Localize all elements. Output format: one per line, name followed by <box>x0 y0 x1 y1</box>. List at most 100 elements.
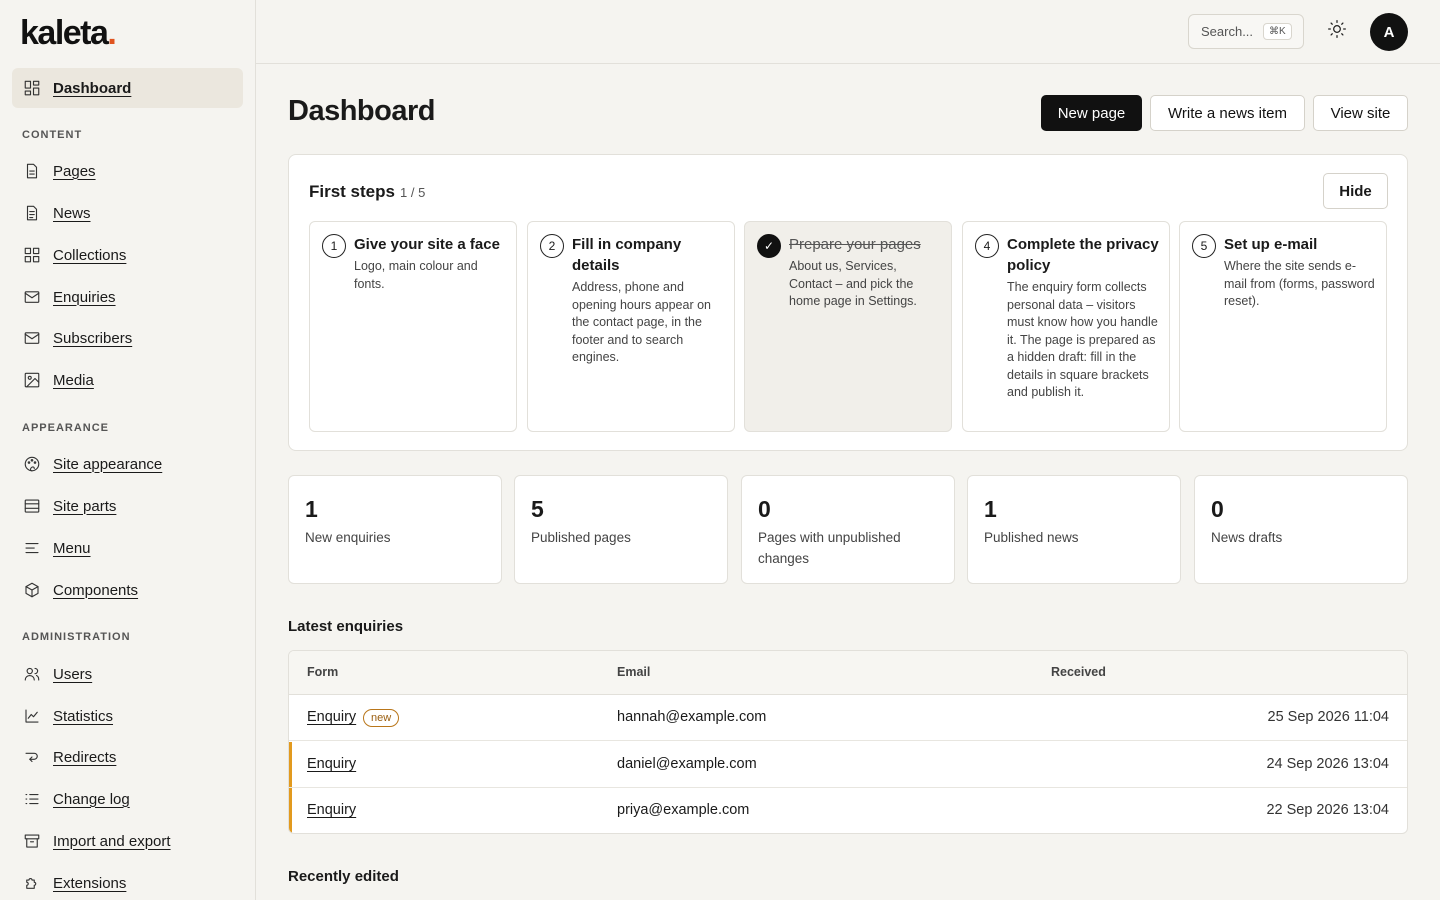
sidebar-item-label: Components <box>53 581 139 599</box>
table-header: Form Email Received <box>289 651 1407 695</box>
section-label-content: CONTENT <box>22 129 83 141</box>
mail-icon <box>22 287 42 307</box>
layout-icon <box>22 496 42 516</box>
section-title-latest-enquiries: Latest enquiries <box>288 618 404 635</box>
sidebar-item-menu[interactable]: Menu <box>12 528 243 568</box>
sidebar-item-label: Redirects <box>53 748 117 766</box>
enquiry-link[interactable]: Enquiry <box>307 709 356 725</box>
write-news-button[interactable]: Write a news item <box>1150 95 1305 131</box>
sidebar: kaleta. Dashboard CONTENT Pages News Col… <box>0 0 256 900</box>
stat-label: Published news <box>984 530 1079 545</box>
stat-published-news[interactable]: 1 Published news <box>967 475 1181 584</box>
enquiry-received: 24 Sep 2026 13:04 <box>1266 756 1389 772</box>
new-badge: new <box>363 709 400 727</box>
section-label-appearance: APPEARANCE <box>22 422 110 434</box>
archive-icon <box>22 831 42 851</box>
sidebar-item-change-log[interactable]: Change log <box>12 779 243 819</box>
menu-icon <box>22 538 42 558</box>
step-number: 4 <box>975 234 999 258</box>
hide-button[interactable]: Hide <box>1323 173 1388 209</box>
step-description: Address, phone and opening hours appear … <box>572 280 712 364</box>
sidebar-item-subscribers[interactable]: Subscribers <box>12 318 243 358</box>
step-card[interactable]: 4 Complete the privacy policy The enquir… <box>962 221 1170 432</box>
sidebar-item-enquiries[interactable]: Enquiries <box>12 277 243 317</box>
sidebar-item-site-appearance[interactable]: Site appearance <box>12 444 243 484</box>
stat-value: 0 <box>1211 496 1224 522</box>
sidebar-item-site-parts[interactable]: Site parts <box>12 486 243 526</box>
step-number: 1 <box>322 234 346 258</box>
enquiry-link[interactable]: Enquiry <box>307 802 356 818</box>
step-title: Fill in company details <box>572 236 682 274</box>
sidebar-item-label: Enquiries <box>53 288 116 306</box>
avatar[interactable]: A <box>1370 13 1408 51</box>
logo[interactable]: kaleta. <box>20 14 117 53</box>
section-label-administration: ADMINISTRATION <box>22 631 131 643</box>
step-description: The enquiry form collects personal data … <box>1007 280 1158 399</box>
step-card[interactable]: 5 Set up e-mail Where the site sends e-m… <box>1179 221 1387 432</box>
stat-label: New enquiries <box>305 530 391 545</box>
sidebar-item-label: Extensions <box>53 874 127 892</box>
stat-new-enquiries[interactable]: 1 New enquiries <box>288 475 502 584</box>
sidebar-item-extensions[interactable]: Extensions <box>12 863 243 900</box>
step-card[interactable]: 2 Fill in company details Address, phone… <box>527 221 735 432</box>
sidebar-item-label: Menu <box>53 539 91 557</box>
stat-label: News drafts <box>1211 530 1283 545</box>
step-title: Complete the privacy policy <box>1007 236 1159 274</box>
stat-value: 0 <box>758 496 771 522</box>
step-number: 5 <box>1192 234 1216 258</box>
collections-icon <box>22 245 42 265</box>
sidebar-item-media[interactable]: Media <box>12 360 243 400</box>
sidebar-item-collections[interactable]: Collections <box>12 235 243 275</box>
stat-published-pages[interactable]: 5 Published pages <box>514 475 728 584</box>
cube-icon <box>22 580 42 600</box>
users-icon <box>22 664 42 684</box>
enquiry-received: 25 Sep 2026 11:04 <box>1267 709 1389 725</box>
enquiry-email: hannah@example.com <box>617 709 767 725</box>
mail-icon <box>22 328 42 348</box>
step-title: Give your site a face <box>354 236 500 253</box>
step-card[interactable]: 1 Give your site a face Logo, main colou… <box>309 221 517 432</box>
stat-label: Published pages <box>531 530 631 545</box>
check-icon: ✓ <box>757 234 781 258</box>
sidebar-item-import-export[interactable]: Import and export <box>12 821 243 861</box>
puzzle-icon <box>22 873 42 893</box>
table-row[interactable]: Enquiry priya@example.com 22 Sep 2026 13… <box>289 788 1407 833</box>
sidebar-item-label: Statistics <box>53 707 114 725</box>
section-title-recently-edited: Recently edited <box>288 868 399 885</box>
column-header-email: Email <box>617 665 651 679</box>
grid-icon <box>22 78 42 98</box>
stat-value: 1 <box>984 496 997 522</box>
stat-unpublished-changes[interactable]: 0 Pages with unpublished changes <box>741 475 955 584</box>
new-page-button[interactable]: New page <box>1041 95 1142 131</box>
sidebar-item-statistics[interactable]: Statistics <box>12 696 243 736</box>
theme-toggle-button[interactable] <box>1324 18 1350 44</box>
stat-news-drafts[interactable]: 0 News drafts <box>1194 475 1408 584</box>
sidebar-item-dashboard[interactable]: Dashboard <box>12 68 243 108</box>
sidebar-item-pages[interactable]: Pages <box>12 151 243 191</box>
first-steps-count: 1 / 5 <box>400 185 426 200</box>
step-title: Set up e-mail <box>1224 236 1318 253</box>
stat-label: Pages with unpublished changes <box>758 530 901 566</box>
sidebar-item-label: Dashboard <box>53 79 132 97</box>
step-description: Where the site sends e-mail from (forms,… <box>1224 259 1375 308</box>
table-row[interactable]: Enquiry daniel@example.com 24 Sep 2026 1… <box>289 742 1407 788</box>
sidebar-item-news[interactable]: News <box>12 193 243 233</box>
topbar: Search... ⌘K A <box>256 0 1440 64</box>
sidebar-item-label: News <box>53 204 91 222</box>
step-card-done[interactable]: ✓ Prepare your pages About us, Services,… <box>744 221 952 432</box>
search-button[interactable]: Search... ⌘K <box>1188 14 1304 49</box>
sidebar-item-redirects[interactable]: Redirects <box>12 737 243 777</box>
sidebar-item-users[interactable]: Users <box>12 654 243 694</box>
shortcut-badge: ⌘K <box>1263 23 1292 40</box>
sidebar-item-components[interactable]: Components <box>12 570 243 610</box>
table-row[interactable]: Enquiry new hannah@example.com 25 Sep 20… <box>289 695 1407 741</box>
sun-icon <box>1327 19 1347 44</box>
view-site-button[interactable]: View site <box>1313 95 1408 131</box>
sidebar-item-label: Collections <box>53 246 127 264</box>
enquiry-link[interactable]: Enquiry <box>307 756 356 772</box>
sidebar-item-label: Pages <box>53 162 96 180</box>
chart-line-icon <box>22 706 42 726</box>
sidebar-item-label: Users <box>53 665 93 683</box>
column-header-form: Form <box>307 665 339 679</box>
enquiry-received: 22 Sep 2026 13:04 <box>1266 802 1389 818</box>
